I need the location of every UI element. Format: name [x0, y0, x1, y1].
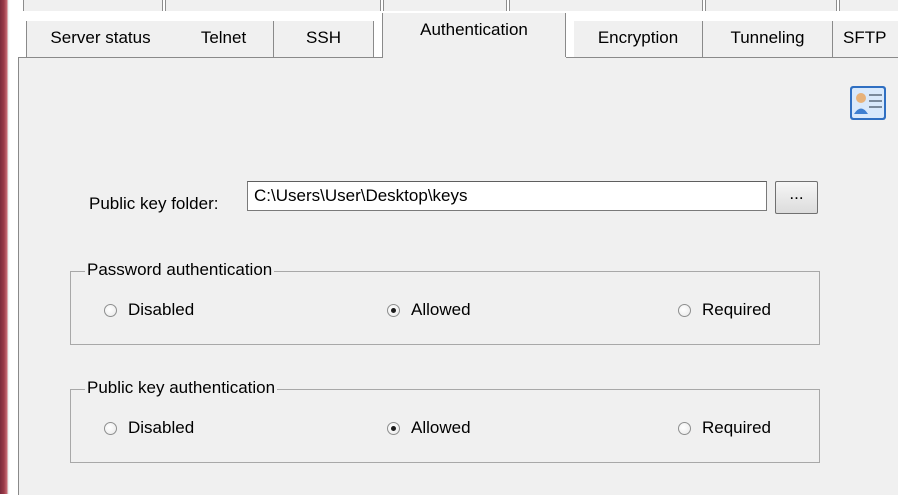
- tab-authentication[interactable]: Authentication: [382, 13, 566, 58]
- password-allowed-radio[interactable]: Allowed: [387, 299, 471, 321]
- upper-tab[interactable]: [509, 0, 703, 11]
- window-left-border: [0, 0, 10, 494]
- radio-unchecked-icon: [104, 303, 117, 317]
- public-key-folder-label: Public key folder:: [89, 194, 219, 213]
- publickey-required-label: Required: [702, 418, 771, 437]
- tab-telnet[interactable]: Telnet: [174, 21, 274, 57]
- radio-checked-icon: [387, 303, 400, 317]
- publickey-auth-title: Public key authentication: [85, 378, 278, 398]
- radio-unchecked-icon: [678, 421, 691, 435]
- contact-card-icon: [848, 82, 888, 126]
- publickey-required-radio[interactable]: Required: [678, 417, 771, 439]
- password-allowed-label: Allowed: [411, 300, 471, 319]
- upper-tab[interactable]: [705, 0, 837, 11]
- tab-bar: Server status Telnet SSH Authentication …: [18, 13, 898, 58]
- upper-tab[interactable]: [165, 0, 381, 11]
- password-disabled-label: Disabled: [128, 300, 195, 319]
- radio-checked-icon: [387, 421, 400, 435]
- tab-sftp[interactable]: SFTP: [833, 21, 898, 57]
- radio-unchecked-icon: [104, 421, 117, 435]
- radio-unchecked-icon: [678, 303, 691, 317]
- upper-tab[interactable]: [839, 0, 898, 11]
- tab-ssh[interactable]: SSH: [274, 21, 374, 57]
- upper-tab[interactable]: [23, 0, 163, 11]
- password-required-radio[interactable]: Required: [678, 299, 771, 321]
- tab-tunneling[interactable]: Tunneling: [703, 21, 833, 57]
- browse-button[interactable]: ...: [775, 181, 818, 214]
- publickey-disabled-radio[interactable]: Disabled: [104, 417, 194, 439]
- upper-tab-row: [18, 0, 898, 14]
- publickey-disabled-label: Disabled: [128, 418, 195, 437]
- tab-server-status[interactable]: Server status: [26, 21, 175, 57]
- tab-encryption[interactable]: Encryption: [574, 21, 703, 57]
- publickey-auth-group: Public key authentication Disabled Allow…: [70, 378, 820, 463]
- password-required-label: Required: [702, 300, 771, 319]
- password-disabled-radio[interactable]: Disabled: [104, 299, 194, 321]
- password-auth-title: Password authentication: [85, 260, 275, 280]
- publickey-allowed-label: Allowed: [411, 418, 471, 437]
- password-auth-group: Password authentication Disabled Allowed…: [70, 260, 820, 345]
- public-key-folder-field[interactable]: C:\Users\User\Desktop\keys: [247, 181, 767, 211]
- publickey-allowed-radio[interactable]: Allowed: [387, 417, 471, 439]
- active-tab-join: [383, 57, 566, 59]
- upper-tab[interactable]: [383, 0, 507, 11]
